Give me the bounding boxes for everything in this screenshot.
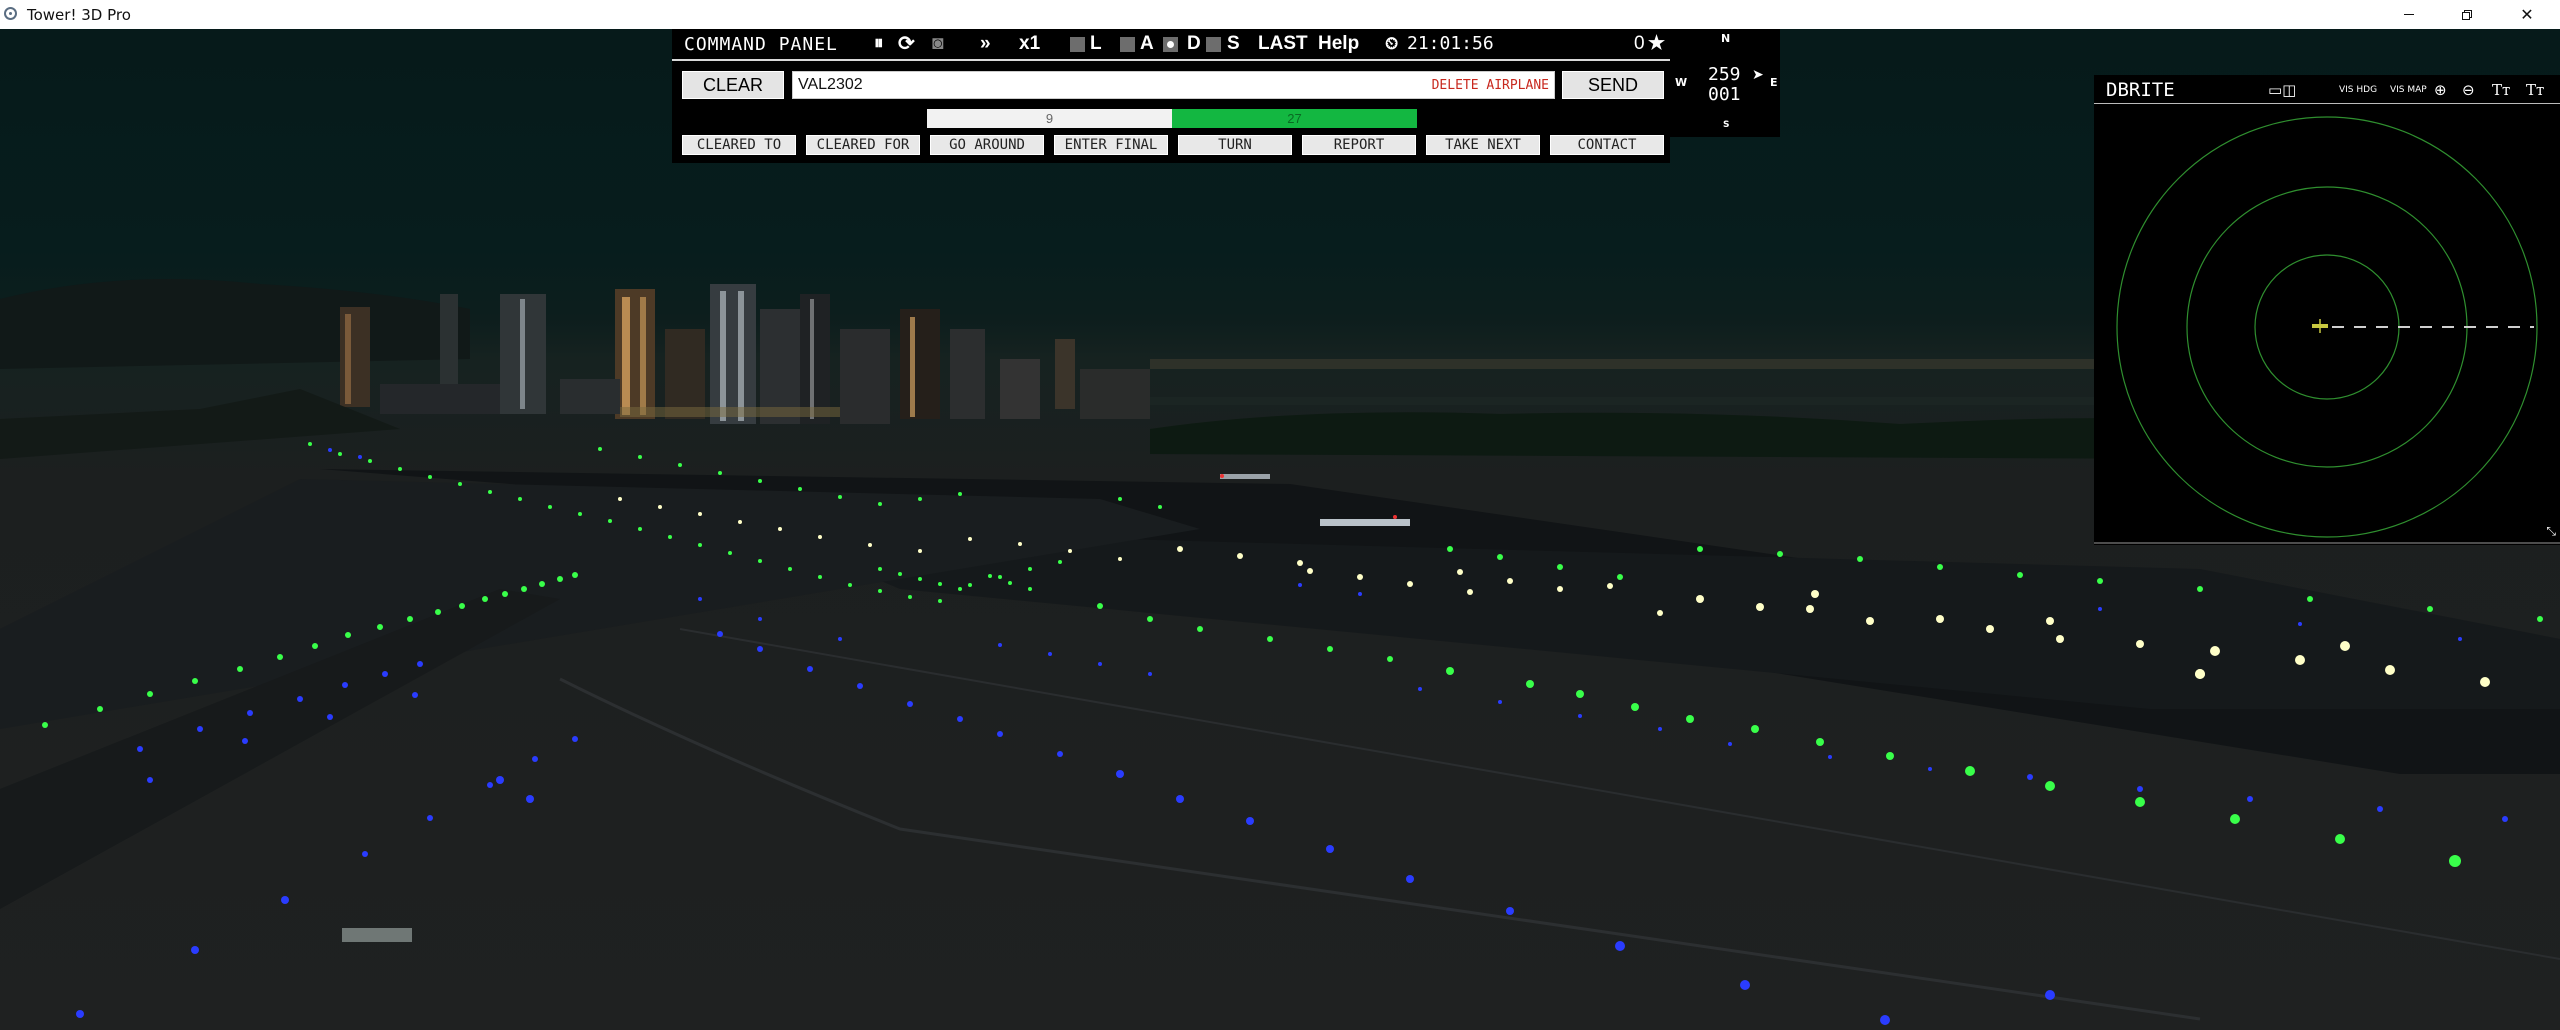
send-button[interactable]: SEND xyxy=(1562,71,1664,99)
text-size-up-icon[interactable]: Tт xyxy=(2492,81,2510,99)
dbrite-divider xyxy=(2094,103,2560,104)
heading-arrow-icon: ➤ xyxy=(1752,67,1764,83)
a-label: A xyxy=(1140,33,1154,54)
help-button[interactable]: Help xyxy=(1318,33,1359,55)
l-checkbox[interactable] xyxy=(1070,37,1085,52)
enter-final-button[interactable]: ENTER FINAL xyxy=(1054,135,1168,155)
star-icon: ★ xyxy=(1648,33,1666,54)
window-toggle-icon[interactable]: ▭◫ xyxy=(2268,81,2296,99)
close-icon: ✕ xyxy=(2520,5,2534,24)
altitude-value: 001 xyxy=(1708,84,1741,105)
callsign-input[interactable]: VAL2302 DELETE AIRPLANE xyxy=(792,71,1555,99)
delete-airplane-button[interactable]: DELETE AIRPLANE xyxy=(1432,78,1549,93)
restore-icon xyxy=(2462,9,2472,20)
compass: N W E S 259 001 ➤ xyxy=(1670,29,1780,137)
radar-scope[interactable] xyxy=(2094,105,2560,545)
clear-button[interactable]: CLEAR xyxy=(682,71,784,99)
a-checkbox[interactable] xyxy=(1120,37,1135,52)
runway-9-option[interactable]: 9 xyxy=(927,109,1172,128)
callsign-value: VAL2302 xyxy=(798,76,863,93)
cleared-to-button[interactable]: CLEARED TO xyxy=(682,135,796,155)
clock-time: 21:01:56 xyxy=(1407,33,1494,54)
compass-w: W xyxy=(1675,76,1688,89)
heading-value: 259 xyxy=(1708,64,1741,85)
speed-label[interactable]: x1 xyxy=(1019,33,1040,55)
aircraft xyxy=(1320,519,1410,526)
pause-icon[interactable]: ⏸ xyxy=(874,33,884,55)
zoom-out-icon[interactable]: ⊖ xyxy=(2462,81,2475,99)
header-divider xyxy=(672,59,1670,61)
go-around-button[interactable]: GO AROUND xyxy=(930,135,1044,155)
cleared-for-button[interactable]: CLEARED FOR xyxy=(806,135,920,155)
minimize-button[interactable] xyxy=(2380,0,2438,29)
compass-s: S xyxy=(1723,120,1730,130)
score-value: 0 xyxy=(1634,33,1645,54)
command-panel: COMMAND PANEL ⏸ ⟳ ◙ » x1 L A D S LAST He… xyxy=(672,29,1670,163)
close-button[interactable]: ✕ xyxy=(2498,0,2556,29)
window-title: Tower! 3D Pro xyxy=(27,6,131,24)
dbrite-panel[interactable]: DBRITE ▭◫ VIS HDG VIS MAP ⊕ ⊖ Tт Tт ⤡ xyxy=(2094,75,2560,545)
camera-icon[interactable]: ◙ xyxy=(932,33,943,55)
last-button[interactable]: LAST xyxy=(1258,33,1308,55)
report-button[interactable]: REPORT xyxy=(1302,135,1416,155)
zoom-in-icon[interactable]: ⊕ xyxy=(2434,81,2447,99)
runway-27-option[interactable]: 27 xyxy=(1172,109,1417,128)
compass-e: E xyxy=(1770,76,1778,89)
reload-icon[interactable]: ⟳ xyxy=(898,33,915,55)
d-radio-selected[interactable] xyxy=(1163,37,1178,52)
d-label: D xyxy=(1187,33,1201,54)
s-label: S xyxy=(1227,33,1240,54)
l-label: L xyxy=(1090,33,1102,54)
contact-button[interactable]: CONTACT xyxy=(1550,135,1664,155)
vis-hdg-toggle[interactable]: VIS HDG xyxy=(2339,85,2377,95)
minimize-icon xyxy=(2404,14,2414,15)
app-icon xyxy=(4,7,17,20)
resize-handle-icon[interactable]: ⤡ xyxy=(2546,524,2556,539)
window-title-bar: Tower! 3D Pro ✕ xyxy=(0,0,2560,30)
turn-button[interactable]: TURN xyxy=(1178,135,1292,155)
command-panel-title: COMMAND PANEL xyxy=(684,34,838,55)
fast-forward-button[interactable]: » xyxy=(980,33,991,55)
clock-icon: ⏲ xyxy=(1385,34,1399,53)
heading-readout: 259 001 xyxy=(1708,65,1741,105)
restore-button[interactable] xyxy=(2438,0,2496,29)
take-next-button[interactable]: TAKE NEXT xyxy=(1426,135,1540,155)
compass-n: N xyxy=(1721,32,1731,45)
vis-map-toggle[interactable]: VIS MAP xyxy=(2390,85,2427,95)
dbrite-title: DBRITE xyxy=(2106,79,2175,101)
text-size-down-icon[interactable]: Tт xyxy=(2526,81,2544,99)
s-checkbox[interactable] xyxy=(1206,37,1221,52)
